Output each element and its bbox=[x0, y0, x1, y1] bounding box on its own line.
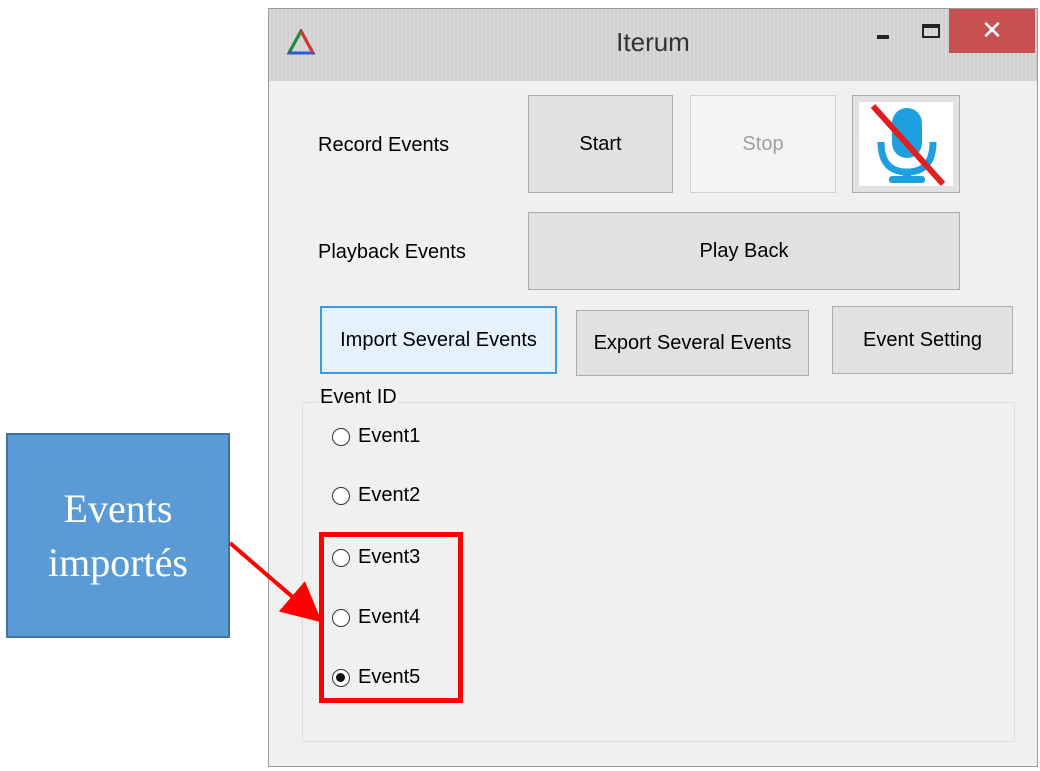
event-setting-button[interactable]: Event Setting bbox=[832, 306, 1013, 374]
microphone-muted-icon bbox=[870, 103, 946, 187]
record-events-label: Record Events bbox=[318, 134, 450, 156]
callout-text: Events importés bbox=[48, 485, 188, 585]
radio-event2[interactable]: Event2 bbox=[332, 484, 420, 507]
close-button[interactable]: ✕ bbox=[949, 9, 1035, 53]
title-bar[interactable]: Iterum ✕ bbox=[269, 9, 1037, 81]
microphone-button-face bbox=[859, 102, 953, 187]
maximize-button[interactable] bbox=[907, 9, 955, 53]
minimize-button[interactable] bbox=[859, 9, 907, 53]
radio-circle[interactable] bbox=[332, 427, 350, 446]
annotation-callout: Events importés bbox=[6, 433, 230, 638]
playback-events-label: Playback Events bbox=[318, 241, 466, 263]
import-events-button[interactable]: Import Several Events bbox=[320, 306, 557, 374]
radio-circle[interactable] bbox=[332, 486, 350, 505]
microphone-toggle-button[interactable] bbox=[852, 95, 960, 193]
export-events-button[interactable]: Export Several Events bbox=[576, 310, 809, 376]
imported-events-highlight bbox=[319, 532, 463, 703]
start-button[interactable]: Start bbox=[528, 95, 673, 193]
radio-label: Event2 bbox=[358, 484, 421, 506]
stop-button[interactable]: Stop bbox=[690, 95, 836, 193]
radio-event1[interactable]: Event1 bbox=[332, 425, 420, 448]
minimize-icon bbox=[877, 35, 889, 39]
maximize-icon bbox=[922, 24, 940, 38]
event-id-group-title: Event ID bbox=[318, 386, 399, 409]
radio-label: Event1 bbox=[358, 425, 421, 447]
play-back-button[interactable]: Play Back bbox=[528, 212, 960, 290]
close-icon: ✕ bbox=[981, 16, 1003, 46]
